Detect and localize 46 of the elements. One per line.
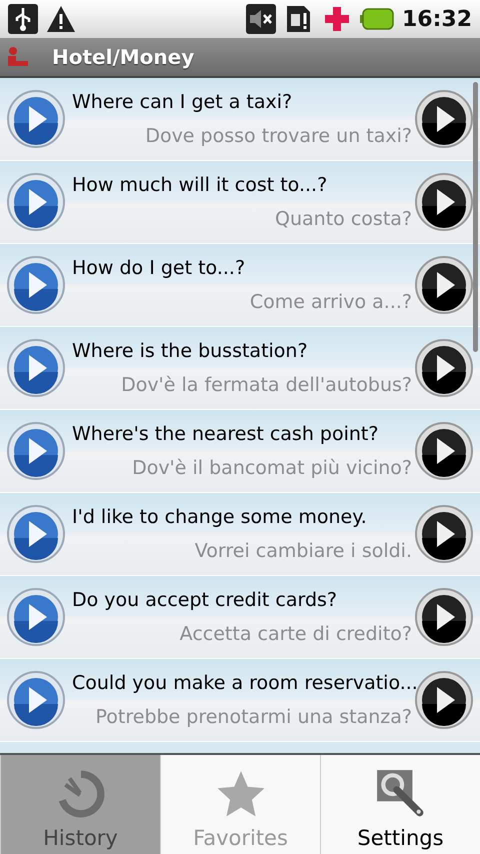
screen-title: Hotel/Money bbox=[52, 45, 194, 69]
clock-time: 16:32 bbox=[402, 6, 472, 32]
play-icon[interactable] bbox=[6, 255, 66, 315]
translation-text: Vorrei cambiare i soldi. bbox=[194, 540, 412, 562]
translation-text: Dov'è il bancomat più vicino? bbox=[131, 457, 412, 479]
phrase-row[interactable]: Could you make a room reservatio... Potrebbe prenotarmi una stanza? bbox=[0, 659, 480, 742]
translation-text: Dov'è la fermata dell'autobus? bbox=[120, 374, 412, 396]
play-icon[interactable] bbox=[6, 338, 66, 398]
phrase-row[interactable]: Where is the busstation? Dov'è la fermata dell'autobus? bbox=[0, 327, 480, 410]
phrase-text: I'd like to change some money. bbox=[72, 506, 368, 528]
play-icon[interactable] bbox=[6, 89, 66, 149]
play-icon[interactable] bbox=[6, 504, 66, 564]
phrase-row[interactable]: Where can I get a taxi? Dove posso trovare un taxi? bbox=[0, 78, 480, 161]
translation-text: Dove posso trovare un taxi? bbox=[144, 125, 412, 147]
play-icon[interactable] bbox=[6, 670, 66, 730]
warning-icon bbox=[46, 4, 76, 34]
play-icon[interactable] bbox=[414, 421, 474, 481]
menu-item[interactable]: History bbox=[0, 755, 160, 854]
translation-text: Potrebbe prenotarmi una stanza? bbox=[94, 706, 412, 728]
play-icon[interactable] bbox=[414, 587, 474, 647]
play-icon[interactable] bbox=[6, 172, 66, 232]
phrase-row[interactable]: Where's the nearest cash point? Dov'è il bancomat più vicino? bbox=[0, 410, 480, 493]
play-icon[interactable] bbox=[414, 89, 474, 149]
play-icon[interactable] bbox=[414, 255, 474, 315]
translation-text: Quanto costa? bbox=[274, 208, 412, 230]
phrase-text: Where is the busstation? bbox=[72, 340, 309, 362]
phrase-text: How much will it cost to...? bbox=[72, 174, 328, 196]
usb-icon bbox=[8, 4, 38, 34]
mute-icon bbox=[246, 4, 276, 34]
phrase-text: Where can I get a taxi? bbox=[72, 91, 294, 113]
phrase-text: How do I get to...? bbox=[72, 257, 246, 279]
phrase-text: Where's the nearest cash point? bbox=[72, 423, 380, 445]
play-icon[interactable] bbox=[414, 338, 474, 398]
play-icon[interactable] bbox=[414, 670, 474, 730]
play-icon[interactable] bbox=[414, 504, 474, 564]
play-icon[interactable] bbox=[414, 172, 474, 232]
translation-text: Come arrivo a...? bbox=[248, 291, 412, 313]
phrase-row[interactable]: How much will it cost to...? Quanto costa? bbox=[0, 161, 480, 244]
play-icon[interactable] bbox=[6, 421, 66, 481]
phrase-row[interactable]: Do you accept credit cards? Accetta carte di credito? bbox=[0, 576, 480, 659]
phrase-row[interactable]: How do I get to...? Come arrivo a...? bbox=[0, 244, 480, 327]
translation-text: Accetta carte di credito? bbox=[178, 623, 412, 645]
phrase-row[interactable]: I'd like to change some money. Vorrei cambiare i soldi. bbox=[0, 493, 480, 576]
battery-icon bbox=[360, 7, 394, 31]
play-icon[interactable] bbox=[6, 587, 66, 647]
phrase-text: Do you accept credit cards? bbox=[72, 589, 338, 611]
